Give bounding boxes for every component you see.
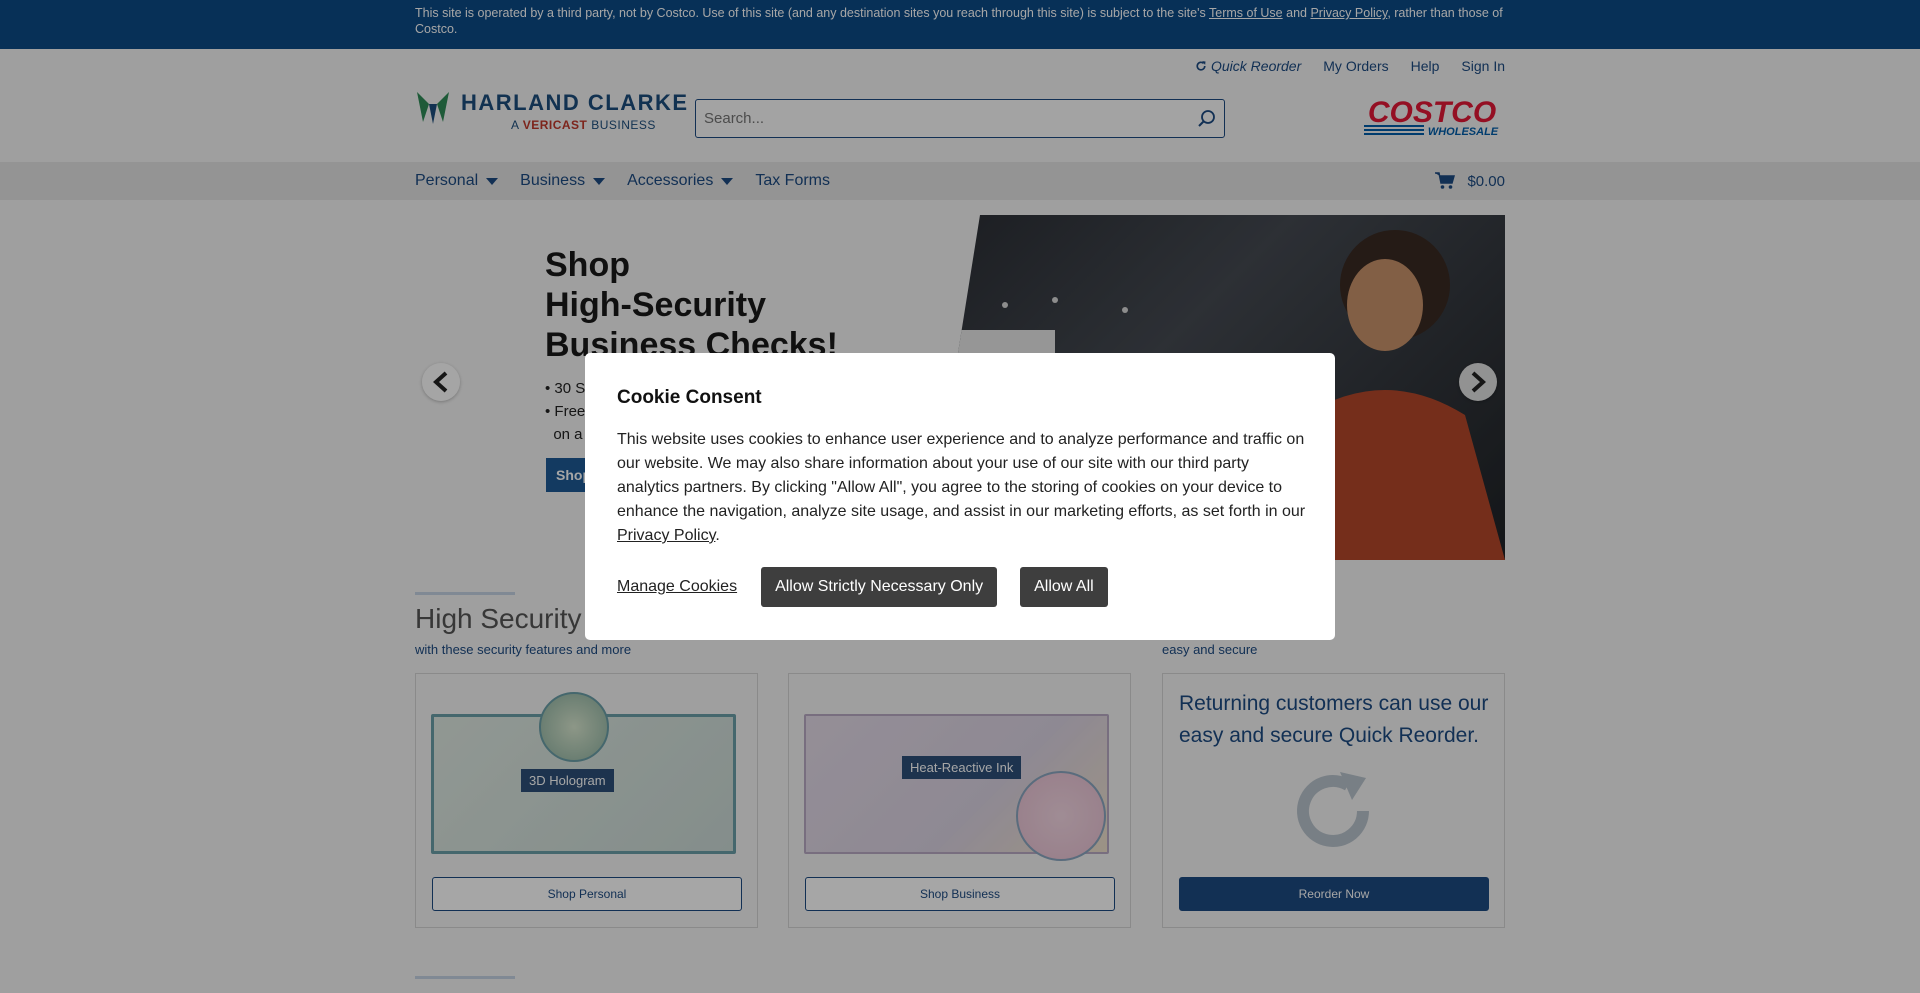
cookie-consent-title: Cookie Consent <box>617 387 762 408</box>
allow-all-button[interactable]: Allow All <box>1020 567 1108 607</box>
manage-cookies-link[interactable]: Manage Cookies <box>617 578 737 596</box>
cookie-consent-text: This website uses cookies to enhance use… <box>617 431 1306 520</box>
allow-strictly-necessary-button[interactable]: Allow Strictly Necessary Only <box>761 567 998 607</box>
cookie-consent-actions: Manage Cookies Allow Strictly Necessary … <box>617 567 1303 607</box>
cookie-consent-body: This website uses cookies to enhance use… <box>617 428 1307 548</box>
cookie-privacy-link[interactable]: Privacy Policy <box>617 527 715 544</box>
cookie-consent-period: . <box>715 527 720 544</box>
cookie-consent-dialog: Cookie Consent This website uses cookies… <box>585 353 1335 640</box>
